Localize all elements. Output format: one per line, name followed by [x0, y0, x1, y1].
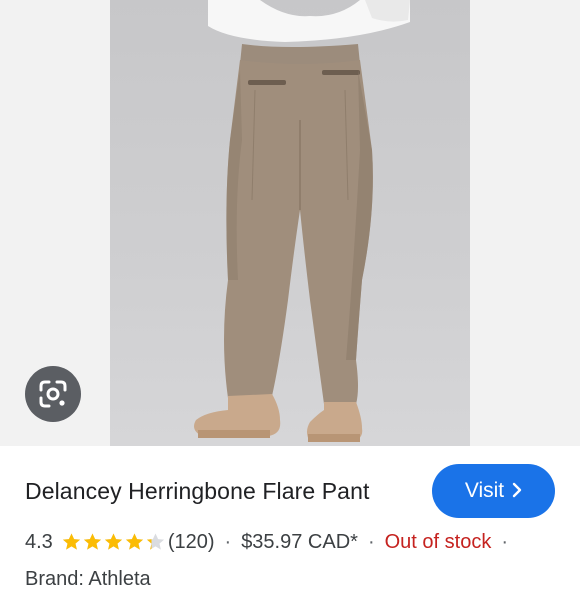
product-photo[interactable]: [110, 0, 470, 446]
star-rating: [61, 532, 166, 552]
google-lens-icon: [39, 380, 67, 408]
stock-status: Out of stock: [384, 530, 492, 553]
star-icon: [62, 533, 80, 550]
separator: ·: [224, 530, 232, 553]
product-title[interactable]: Delancey Herringbone Flare Pant: [25, 478, 369, 505]
separator: ·: [367, 530, 375, 553]
star-icon: [146, 533, 164, 550]
chevron-right-icon: [512, 480, 522, 502]
price: $35.97 CAD*: [241, 530, 358, 553]
google-lens-button[interactable]: [25, 366, 81, 422]
visit-button-label: Visit: [464, 479, 505, 502]
star-icon: [125, 533, 143, 550]
star-icon: [83, 533, 101, 550]
product-meta-row: 4.3 (120) · $35.97 CAD* · Out of stock ·: [25, 529, 518, 555]
product-image-area[interactable]: [0, 0, 580, 446]
product-photo-illustration: [194, 0, 410, 442]
star-icon: [104, 533, 122, 550]
separator: ·: [501, 530, 508, 553]
review-count[interactable]: (120): [168, 531, 215, 554]
rating-value: 4.3: [25, 530, 53, 553]
visit-button[interactable]: Visit: [432, 464, 555, 518]
